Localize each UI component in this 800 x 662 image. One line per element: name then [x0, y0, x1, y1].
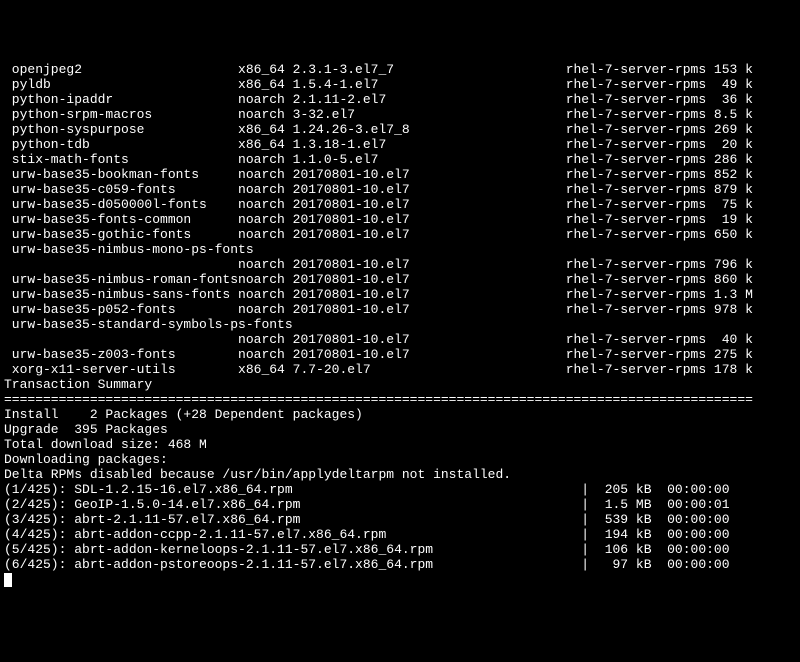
terminal-line: Install 2 Packages (+28 Dependent packag…: [4, 407, 796, 422]
cursor: [4, 573, 12, 587]
terminal-line: (6/425): abrt-addon-pstoreoops-2.1.11-57…: [4, 557, 796, 572]
terminal-line: (5/425): abrt-addon-kerneloops-2.1.11-57…: [4, 542, 796, 557]
terminal-line: Downloading packages:: [4, 452, 796, 467]
terminal-line: xorg-x11-server-utils x86_64 7.7-20.el7 …: [4, 362, 796, 377]
terminal-line: Transaction Summary: [4, 377, 796, 392]
terminal-line: (2/425): GeoIP-1.5.0-14.el7.x86_64.rpm |…: [4, 497, 796, 512]
terminal-line: urw-base35-c059-fonts noarch 20170801-10…: [4, 182, 796, 197]
terminal-line: Upgrade 395 Packages: [4, 422, 796, 437]
terminal-line: urw-base35-bookman-fonts noarch 20170801…: [4, 167, 796, 182]
terminal-line: (3/425): abrt-2.1.11-57.el7.x86_64.rpm |…: [4, 512, 796, 527]
terminal-line: urw-base35-nimbus-mono-ps-fonts: [4, 242, 796, 257]
terminal-line: (4/425): abrt-addon-ccpp-2.1.11-57.el7.x…: [4, 527, 796, 542]
terminal-line: ========================================…: [4, 392, 796, 407]
terminal-line: python-syspurpose x86_64 1.24.26-3.el7_8…: [4, 122, 796, 137]
terminal-line: noarch 20170801-10.el7 rhel-7-server-rpm…: [4, 257, 796, 272]
terminal-line: urw-base35-fonts-common noarch 20170801-…: [4, 212, 796, 227]
terminal-line: urw-base35-p052-fonts noarch 20170801-10…: [4, 302, 796, 317]
terminal-line: python-ipaddr noarch 2.1.11-2.el7 rhel-7…: [4, 92, 796, 107]
terminal-line: urw-base35-gothic-fonts noarch 20170801-…: [4, 227, 796, 242]
terminal-line: urw-base35-d050000l-fonts noarch 2017080…: [4, 197, 796, 212]
terminal-line: openjpeg2 x86_64 2.3.1-3.el7_7 rhel-7-se…: [4, 62, 796, 77]
terminal-line: Delta RPMs disabled because /usr/bin/app…: [4, 467, 796, 482]
terminal-line: pyldb x86_64 1.5.4-1.el7 rhel-7-server-r…: [4, 77, 796, 92]
terminal-line: stix-math-fonts noarch 1.1.0-5.el7 rhel-…: [4, 152, 796, 167]
terminal-output: openjpeg2 x86_64 2.3.1-3.el7_7 rhel-7-se…: [4, 62, 796, 587]
terminal-line: urw-base35-nimbus-roman-fontsnoarch 2017…: [4, 272, 796, 287]
terminal-line: python-tdb x86_64 1.3.18-1.el7 rhel-7-se…: [4, 137, 796, 152]
terminal-line: noarch 20170801-10.el7 rhel-7-server-rpm…: [4, 332, 796, 347]
terminal-line: urw-base35-nimbus-sans-fonts noarch 2017…: [4, 287, 796, 302]
terminal-line: urw-base35-z003-fonts noarch 20170801-10…: [4, 347, 796, 362]
terminal-line: (1/425): SDL-1.2.15-16.el7.x86_64.rpm | …: [4, 482, 796, 497]
terminal-line: python-srpm-macros noarch 3-32.el7 rhel-…: [4, 107, 796, 122]
terminal-line: urw-base35-standard-symbols-ps-fonts: [4, 317, 796, 332]
terminal-line: Total download size: 468 M: [4, 437, 796, 452]
cursor-line[interactable]: [4, 572, 796, 587]
